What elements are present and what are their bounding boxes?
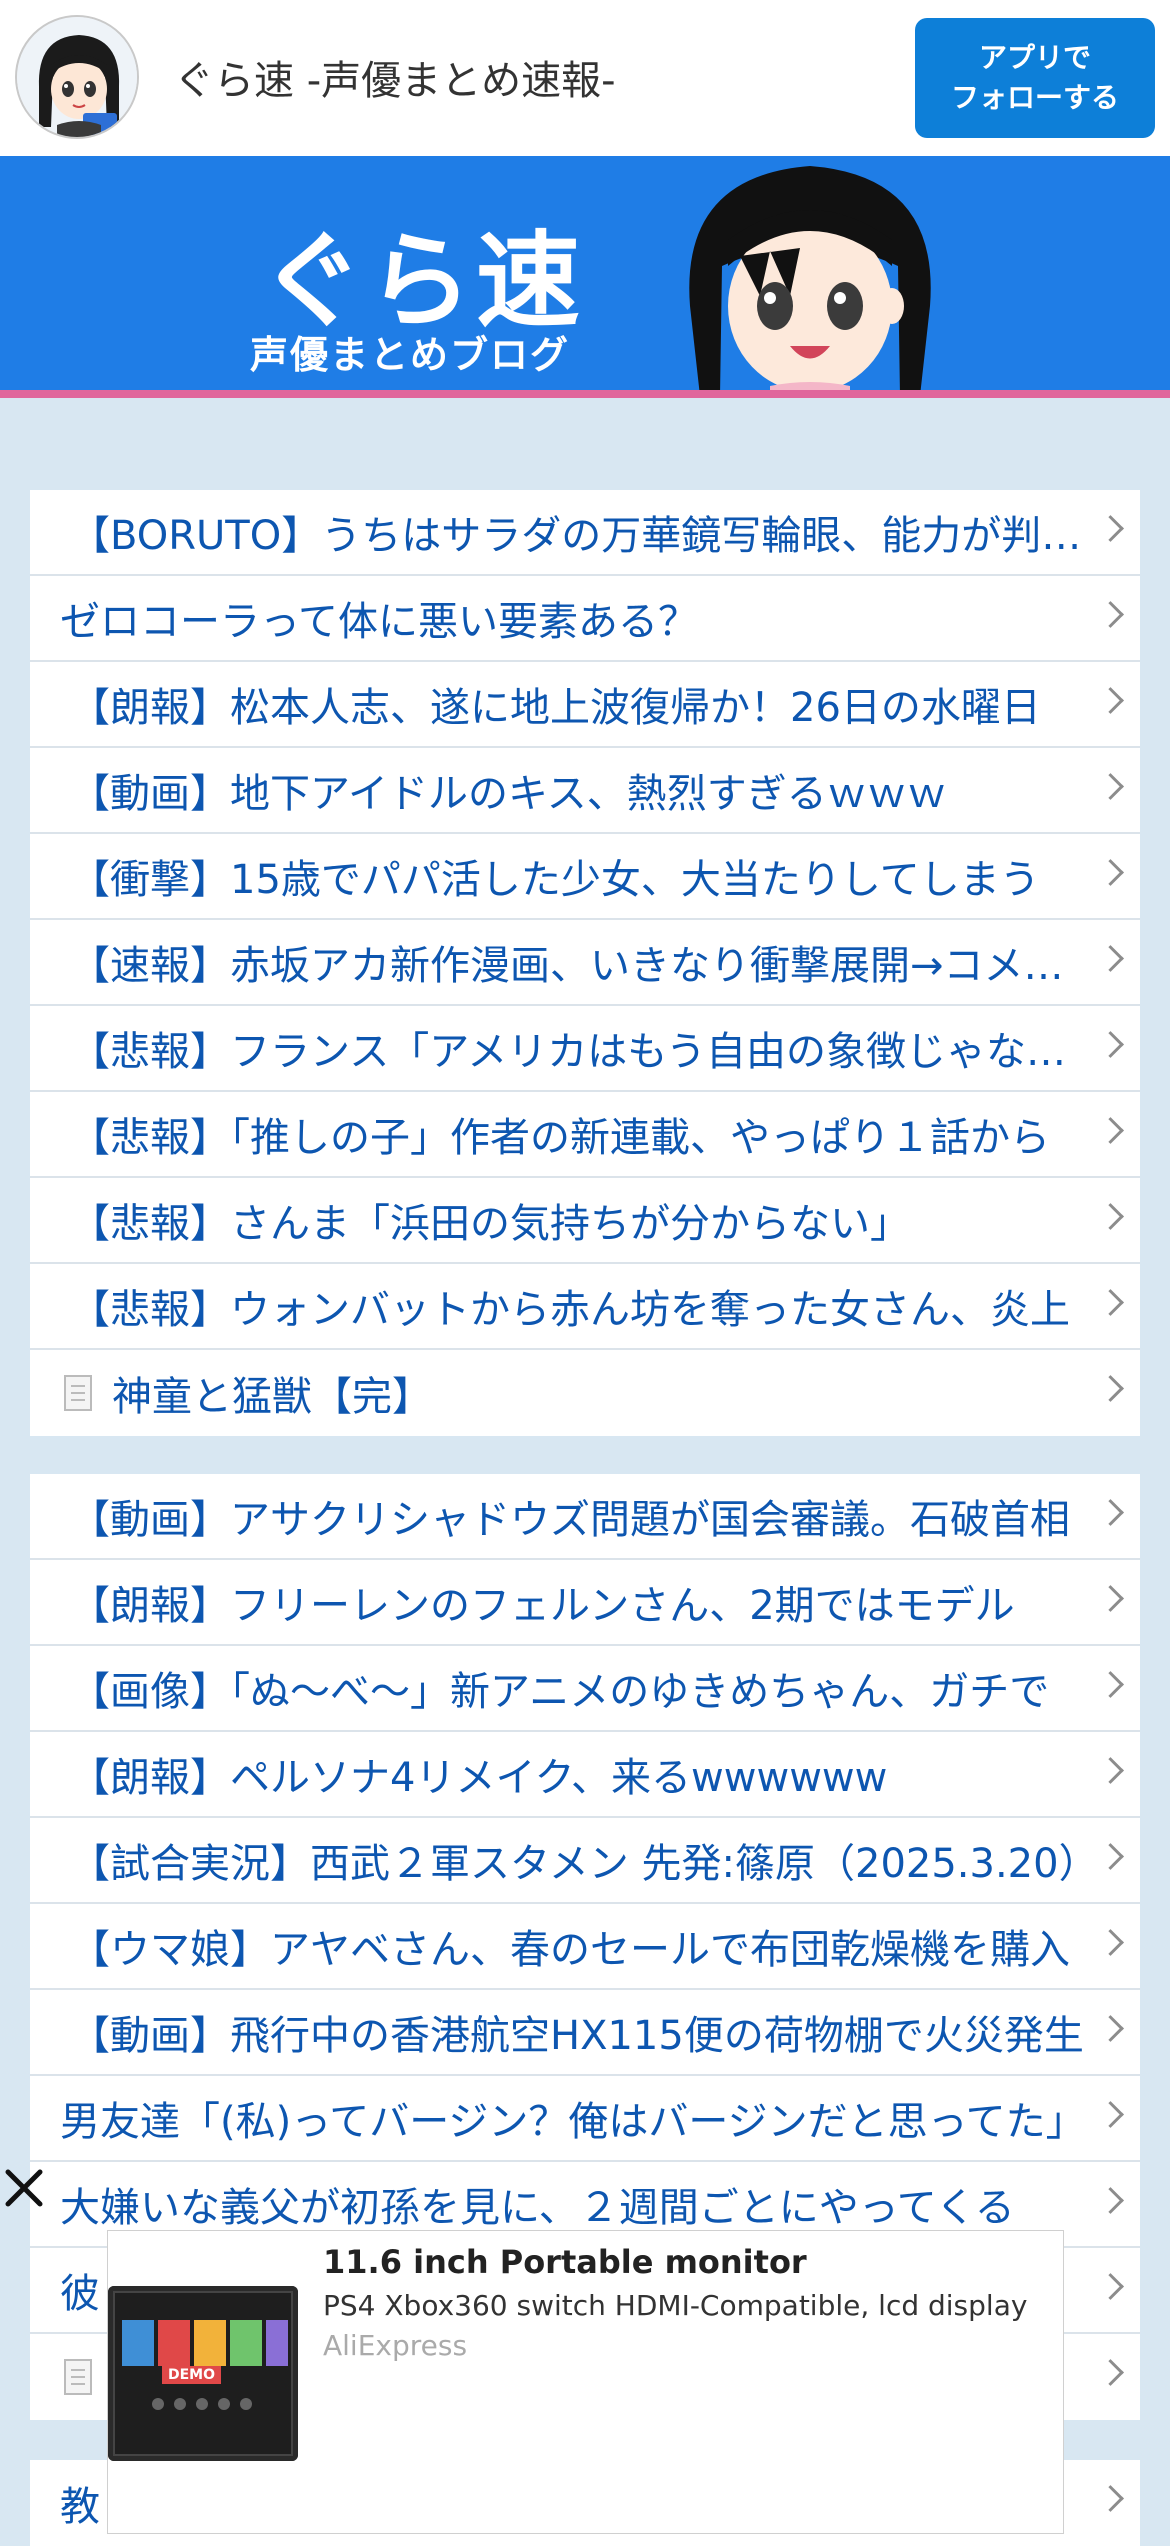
list-item[interactable]: 【朗報】ペルソナ4リメイク、来るwwwwww [30,1732,1140,1818]
list-item-label: 彼 [60,2271,100,2317]
chevron-right-icon [1097,2273,1124,2300]
document-icon [64,1375,92,1411]
chevron-right-icon [1097,2101,1124,2128]
list-item[interactable]: 【ウマ娘】アヤベさん、春のセールで布団乾燥機を購入 [30,1904,1140,1990]
list-item[interactable]: 神童と猛獣【完】 [30,1350,1140,1436]
list-item[interactable]: 【動画】地下アイドルのキス、熱烈すぎるｗｗｗ [30,748,1140,834]
list-item-label: 【朗報】ペルソナ4リメイク、来るwwwwww [70,1755,888,1801]
list-item[interactable]: 【衝撃】15歳でパパ活した少女、大当たりしてしまう [30,834,1140,920]
follow-button-line2: フォローする [950,81,1119,114]
ad-image-demo-label: DEMO [162,2366,222,2384]
chevron-right-icon [1097,773,1124,800]
list-item[interactable]: 【朗報】フリーレンのフェルンさん、2期ではモデル [30,1560,1140,1646]
chevron-right-icon [1097,1375,1124,1402]
list-item-label: 【試合実況】西武２軍スタメン 先発:篠原（2025.3.20） [70,1841,1099,1887]
list-item-label: 【悲報】さんま「浜田の気持ちが分からない」 [70,1201,910,1247]
list-item-label: 大嫌いな義父が初孫を見に、２週間ごとにやってくる [60,2185,1015,2231]
list-item[interactable]: ゼロコーラって体に悪い要素ある？ [30,576,1140,662]
chevron-right-icon [1097,1203,1124,1230]
list-item-label: 【BORUTO】うちはサラダの万華鏡写輪眼、能力が判明する [70,513,1100,559]
chevron-right-icon [1097,1671,1124,1698]
ad-product-image[interactable]: DEMO [108,2286,298,2461]
list-item-label: 【動画】飛行中の香港航空HX115便の荷物棚で火災発生 [70,2013,1084,2059]
app-header: ぐら速 -声優まとめ速報- アプリで フォローする [0,0,1170,156]
list-item[interactable]: 【朗報】松本人志、遂に地上波復帰か！26日の水曜日 [30,662,1140,748]
chevron-right-icon [1097,2485,1124,2512]
list-item-label: 【悲報】「推しの子」作者の新連載、やっぱり１話から [70,1115,1050,1161]
follow-button-line1: アプリで [978,41,1091,74]
chevron-right-icon [1097,1929,1124,1956]
article-list-1: 【BORUTO】うちはサラダの万華鏡写輪眼、能力が判明する ゼロコーラって体に悪… [30,490,1140,1436]
list-item-label: 【悲報】ウォンバットから赤ん坊を奪った女さん、炎上 [70,1287,1070,1333]
list-item[interactable]: 【速報】赤坂アカ新作漫画、いきなり衝撃展開→コメント欄 [30,920,1140,1006]
list-item-label: 【動画】地下アイドルのキス、熱烈すぎるｗｗｗ [70,771,947,817]
chevron-right-icon [1097,1117,1124,1144]
list-item-label: 【朗報】松本人志、遂に地上波復帰か！26日の水曜日 [70,685,1041,731]
chevron-right-icon [1097,2187,1124,2214]
site-banner[interactable]: ぐら速 声優まとめブログ [0,156,1170,396]
chevron-right-icon [1097,601,1124,628]
list-item[interactable]: 【悲報】ウォンバットから赤ん坊を奪った女さん、炎上 [30,1264,1140,1350]
list-item-label: 【悲報】フランス「アメリカはもう自由の象徴じゃない」 [70,1029,1100,1075]
chevron-right-icon [1097,1499,1124,1526]
list-item[interactable]: 【動画】飛行中の香港航空HX115便の荷物棚で火災発生 [30,1990,1140,2076]
ad-source: AliExpress [323,2329,468,2362]
chevron-right-icon [1097,2359,1124,2386]
list-item[interactable]: 【画像】「ぬ〜べ〜」新アニメのゆきめちゃん、ガチで [30,1646,1140,1732]
banner-subtitle: 声優まとめブログ [250,333,571,377]
banner-accent-stripe [0,390,1170,398]
ad-close-icon[interactable] [4,2168,44,2208]
chevron-right-icon [1097,2015,1124,2042]
ad-title[interactable]: 11.6 inch Portable monitor [323,2243,807,2281]
list-item[interactable]: 【悲報】さんま「浜田の気持ちが分からない」 [30,1178,1140,1264]
list-item[interactable]: 【悲報】「推しの子」作者の新連載、やっぱり１話から [30,1092,1140,1178]
list-item[interactable]: 【動画】アサクリシャドウズ問題が国会審議。石破首相 [30,1474,1140,1560]
list-item-label: 【動画】アサクリシャドウズ問題が国会審議。石破首相 [70,1497,1070,1543]
list-item-label: 【衝撃】15歳でパパ活した少女、大当たりしてしまう [70,857,1040,903]
list-item[interactable]: 男友達「(私)ってバージン？俺はバージンだと思ってた」 [30,2076,1140,2162]
chevron-right-icon [1097,945,1124,972]
banner-character-illustration [689,166,931,396]
list-item-label: 【画像】「ぬ〜べ〜」新アニメのゆきめちゃん、ガチで [70,1669,1050,1715]
list-item-label: 男友達「(私)ってバージン？俺はバージンだと思ってた」 [60,2099,1086,2145]
document-icon [64,2359,92,2395]
chevron-right-icon [1097,1031,1124,1058]
follow-app-button[interactable]: アプリで フォローする [915,18,1155,138]
site-title[interactable]: ぐら速 -声優まとめ速報- [174,48,616,106]
list-item-label: 教 [60,2484,100,2530]
chevron-right-icon [1097,1585,1124,1612]
avatar-illustration [17,17,137,137]
list-item-label: 神童と猛獣【完】 [112,1374,432,1420]
list-item[interactable]: 【BORUTO】うちはサラダの万華鏡写輪眼、能力が判明する [30,490,1140,576]
list-item-label: ゼロコーラって体に悪い要素ある？ [60,599,698,645]
chevron-right-icon [1097,687,1124,714]
list-item[interactable]: 【試合実況】西武２軍スタメン 先発:篠原（2025.3.20） [30,1818,1140,1904]
ad-banner[interactable]: DEMO 11.6 inch Portable monitor PS4 Xbox… [107,2230,1064,2534]
list-item-label: 【ウマ娘】アヤベさん、春のセールで布団乾燥機を購入 [70,1927,1070,1973]
chevron-right-icon [1097,1289,1124,1316]
ad-description: PS4 Xbox360 switch HDMI-Compatible, lcd … [323,2289,1028,2322]
chevron-right-icon [1097,859,1124,886]
site-avatar[interactable] [15,15,139,139]
list-item-label: 【朗報】フリーレンのフェルンさん、2期ではモデル [70,1583,1015,1629]
chevron-right-icon [1097,1757,1124,1784]
list-item[interactable]: 【悲報】フランス「アメリカはもう自由の象徴じゃない」 [30,1006,1140,1092]
chevron-right-icon [1097,515,1124,542]
chevron-right-icon [1097,1843,1124,1870]
list-item-label: 【速報】赤坂アカ新作漫画、いきなり衝撃展開→コメント欄 [70,943,1100,989]
